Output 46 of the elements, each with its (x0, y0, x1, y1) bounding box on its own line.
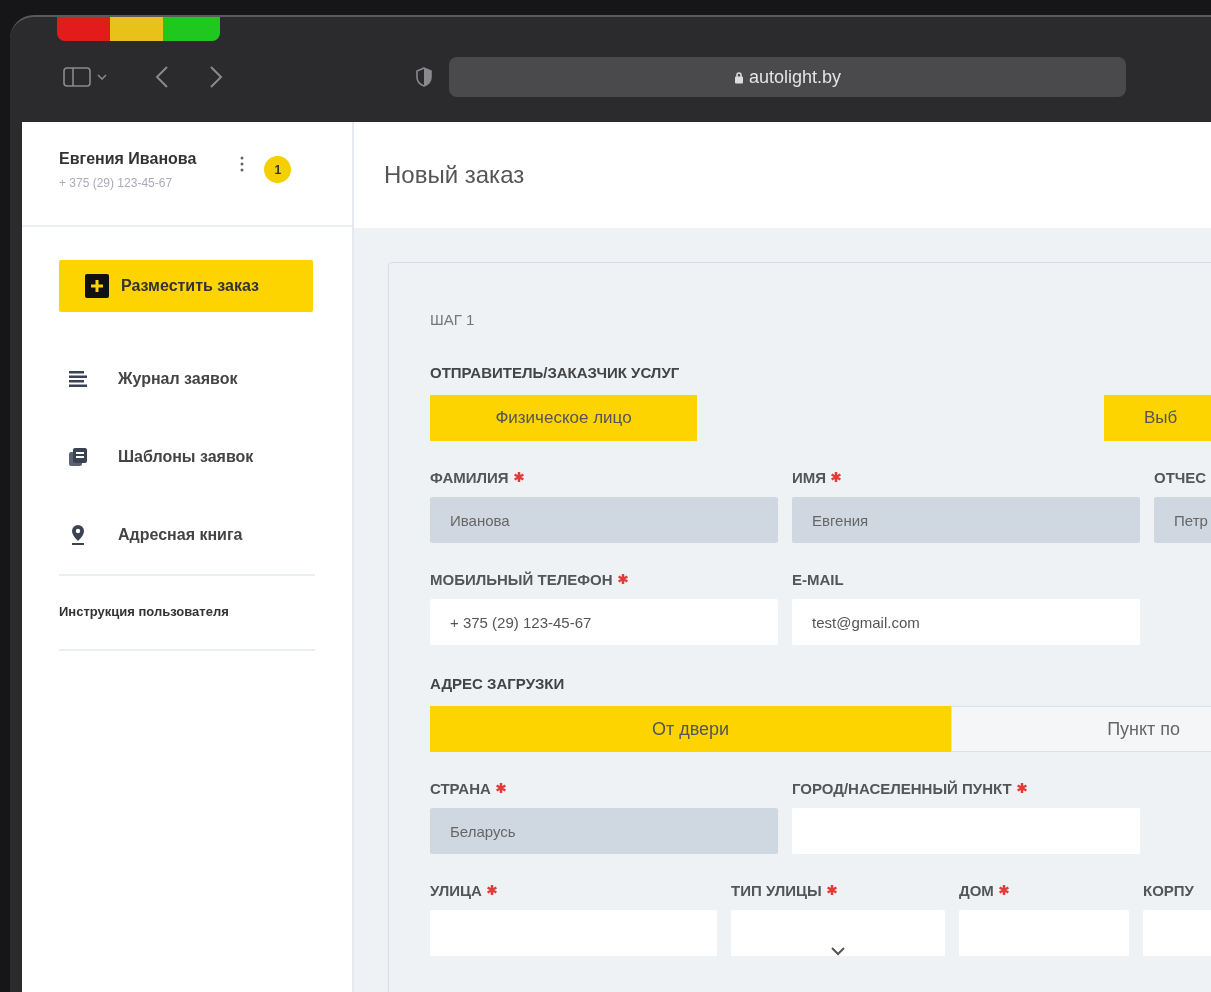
field-label: КОРПУ (1143, 881, 1194, 899)
address-tab[interactable]: Пункт по (951, 706, 1211, 752)
url-text: autolight.by (748, 66, 842, 88)
field-label: E-MAIL (792, 570, 844, 588)
text-field[interactable]: + 375 (29) 123-45-67 (430, 599, 778, 645)
field-label: ДОМ (959, 881, 994, 899)
sidebar-toggle-icon[interactable] (63, 67, 91, 87)
address-bar[interactable]: autolight.by (449, 57, 1126, 97)
close-light[interactable] (57, 17, 110, 41)
chevron-down-icon (831, 947, 845, 956)
text-field[interactable]: test@gmail.com (792, 599, 1140, 645)
dropdown-field[interactable] (731, 910, 945, 956)
back-icon[interactable] (155, 66, 169, 88)
notification-badge[interactable]: 1 (264, 156, 292, 183)
section-heading: АДРЕС ЗАГРУЗКИ (430, 675, 566, 692)
maximize-light[interactable] (163, 17, 220, 41)
plus-icon (85, 274, 109, 298)
address-tab[interactable]: От двери (430, 706, 952, 752)
section-heading: ОТПРАВИТЕЛЬ/ЗАКАЗЧИК УСЛУГ (430, 364, 681, 381)
sidebar-item[interactable]: Шаблоны заявок (62, 418, 260, 496)
field-label: МОБИЛЬНЫЙ ТЕЛЕФОН (430, 570, 613, 588)
more-options-icon[interactable] (240, 156, 245, 172)
page-title: Новый заказ (384, 161, 525, 189)
place-order-button[interactable]: Разместить заказ (59, 260, 313, 312)
field-label: УЛИЦА (430, 881, 482, 899)
user-phone: + 375 (29) 123-45-67 (59, 176, 174, 190)
forward-icon[interactable] (209, 66, 223, 88)
step-label: ШАГ 1 (430, 311, 476, 328)
field-label: ОТЧЕС (1154, 468, 1207, 486)
chevron-down-icon[interactable] (97, 74, 107, 80)
minimize-light[interactable] (110, 17, 163, 41)
documents-icon (68, 447, 88, 467)
shield-icon[interactable] (415, 67, 433, 87)
sidebar-item[interactable]: Адресная книга (62, 496, 249, 574)
sidebar-item[interactable]: Журнал заявок (62, 340, 244, 418)
lock-icon (733, 70, 744, 84)
field-label: ТИП УЛИЦЫ (731, 881, 822, 899)
user-name: Евгения Иванова (59, 150, 197, 168)
field-label: ГОРОД/НАСЕЛЕННЫЙ ПУНКТ (792, 779, 1012, 797)
field-label: ФАМИЛИЯ (430, 468, 509, 486)
list-icon (68, 369, 88, 389)
field-label: СТРАНА (430, 779, 491, 797)
customer-type-button[interactable]: Физическое лицо (430, 395, 697, 441)
user-guide-link[interactable]: Инструкция пользователя (59, 604, 229, 619)
customer-type-button[interactable]: Выб (1104, 395, 1211, 441)
field-label: ИМЯ (792, 468, 827, 486)
